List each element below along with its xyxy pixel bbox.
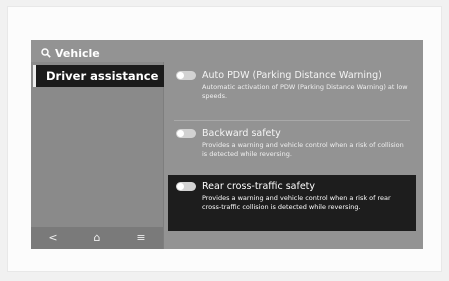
home-icon: ⌂ [93, 231, 101, 244]
option-description: Automatic activation of PDW (Parking Dis… [202, 83, 408, 100]
option-description: Provides a warning and vehicle control w… [202, 194, 391, 211]
option-title: Backward safety [202, 128, 281, 139]
home-button[interactable]: ⌂ [82, 227, 112, 249]
option-backward-safety[interactable]: Backward safety Provides a warning and v… [168, 122, 416, 164]
header: Vehicle [41, 46, 100, 60]
back-icon: < [48, 231, 58, 244]
sidebar: Driver assistance < ⌂ ≡ [31, 62, 164, 249]
menu-button[interactable]: ≡ [126, 227, 156, 249]
back-button[interactable]: < [38, 227, 68, 249]
option-title: Rear cross-traffic safety [202, 181, 316, 192]
divider [174, 120, 410, 121]
settings-list: Auto PDW (Parking Distance Warning) Auto… [168, 62, 423, 249]
menu-icon: ≡ [136, 231, 146, 244]
option-title: Auto PDW (Parking Distance Warning) [202, 70, 382, 81]
toggle-switch[interactable] [176, 71, 196, 80]
header-title: Vehicle [55, 46, 100, 60]
infotainment-screen: Vehicle Driver assistance < ⌂ ≡ Auto PDW… [31, 40, 423, 249]
search-icon[interactable] [41, 48, 51, 58]
bottom-nav: < ⌂ ≡ [31, 227, 163, 249]
option-description: Provides a warning and vehicle control w… [202, 141, 404, 158]
option-rear-cross-traffic-safety[interactable]: Rear cross-traffic safety Provides a war… [168, 175, 416, 231]
option-auto-pdw[interactable]: Auto PDW (Parking Distance Warning) Auto… [168, 64, 416, 106]
toggle-switch[interactable] [176, 182, 196, 191]
sidebar-item-driver-assistance[interactable]: Driver assistance [33, 65, 164, 87]
toggle-switch[interactable] [176, 129, 196, 138]
